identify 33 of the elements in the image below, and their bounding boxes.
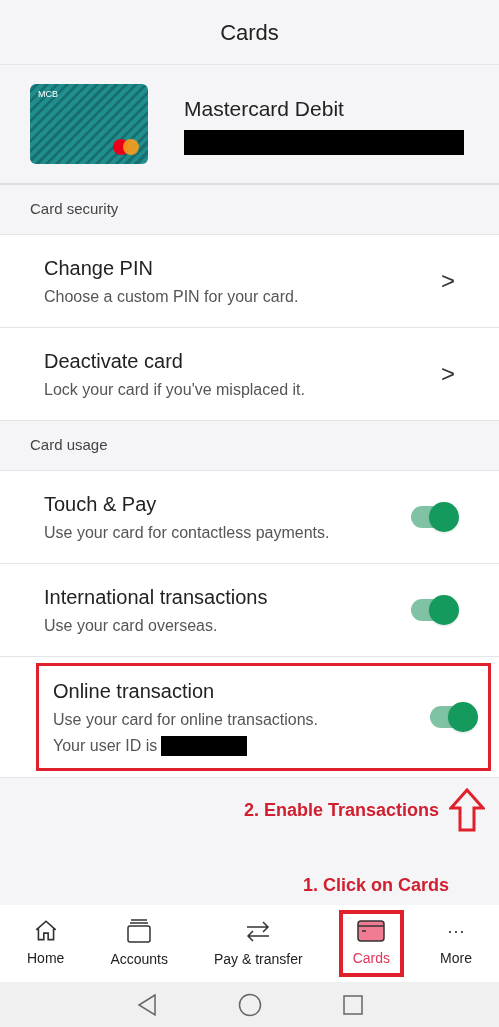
row-title: Touch & Pay bbox=[44, 492, 158, 517]
section-header: Card usage bbox=[30, 435, 108, 456]
card-logo: MCB bbox=[38, 88, 58, 101]
annotation-text: 1. Click on Cards bbox=[302, 874, 449, 897]
row-title: Online transaction bbox=[53, 679, 216, 704]
row-title: International transactions bbox=[44, 585, 268, 610]
row-subtitle: Use your card for online transactions. bbox=[53, 710, 318, 730]
row-title: Change PIN bbox=[44, 256, 154, 281]
nav-tab[interactable]: Cards bbox=[338, 910, 405, 977]
row-title: Deactivate card bbox=[44, 349, 184, 374]
up-arrow-icon bbox=[449, 788, 485, 832]
more-icon: ··· bbox=[447, 918, 465, 944]
section-header: Card security bbox=[30, 199, 119, 220]
back-icon[interactable] bbox=[135, 992, 158, 1017]
chevron-icon[interactable]: > bbox=[441, 356, 455, 392]
home-circle-icon[interactable] bbox=[237, 992, 262, 1017]
row-subtitle: Choose a custom PIN for your card. bbox=[44, 287, 299, 307]
page-title: Cards bbox=[220, 18, 279, 47]
row-subtitle: Use your card for contactless payments. bbox=[44, 523, 330, 543]
nav-tab[interactable]: Pay & transfer bbox=[204, 913, 313, 974]
recents-square-icon[interactable] bbox=[341, 993, 364, 1016]
row-subtitle: Lock your card if you've misplaced it. bbox=[44, 380, 305, 400]
chevron-icon[interactable]: > bbox=[441, 263, 455, 299]
nav-tab[interactable]: ··· More bbox=[430, 914, 482, 973]
nav-tab[interactable]: Home bbox=[17, 914, 75, 973]
row-subtitle: Use your card overseas. bbox=[44, 616, 219, 636]
mastercard-logo-icon bbox=[112, 138, 140, 156]
card-icon bbox=[356, 918, 387, 944]
nav-tab[interactable]: Accounts bbox=[100, 913, 178, 974]
card-name: Mastercard Debit bbox=[184, 95, 345, 122]
annotation-text: 2. Enable Transactions bbox=[243, 798, 439, 822]
row-subtitle: Your user ID is bbox=[53, 736, 158, 756]
stacked-cards-icon bbox=[125, 917, 154, 945]
